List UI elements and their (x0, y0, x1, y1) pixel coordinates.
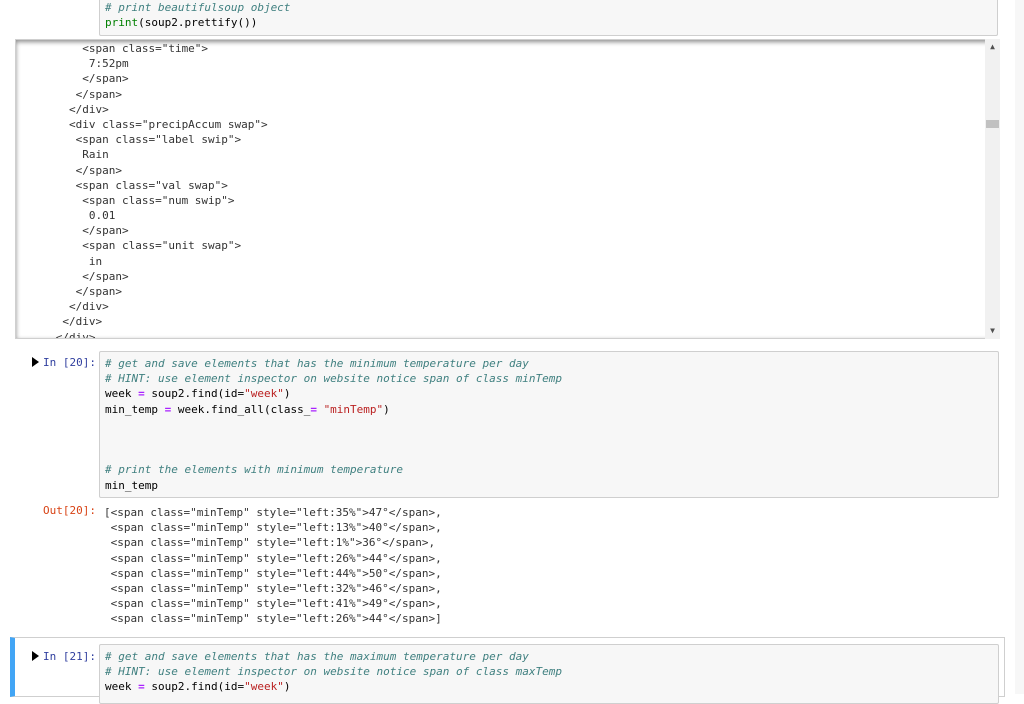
code-string: "week" (244, 680, 284, 694)
top-cell-input[interactable]: # print beautifulsoup object print(soup2… (99, 0, 998, 36)
output-line: </div> (16, 102, 109, 116)
run-icon[interactable] (32, 357, 40, 367)
prompt-label: In [21]: (43, 650, 96, 663)
output-line: </span> (16, 87, 122, 101)
code-comment: # get and save elements that has the max… (105, 650, 529, 663)
code-string: "week" (244, 387, 284, 401)
output-line: <span class="minTemp" style="left:1%">36… (104, 536, 436, 550)
prompt-label: In [20]: (43, 356, 96, 369)
out-prompt-20: Out[20]: (43, 504, 96, 517)
page-scrollbar[interactable] (1015, 0, 1024, 694)
run-icon[interactable] (32, 651, 40, 661)
in-prompt-20: In [20]: (14, 356, 96, 369)
code-var: min_temp (105, 402, 158, 416)
code-builtin: print (105, 16, 139, 30)
code-op: = (310, 402, 317, 416)
output-line: </div> (16, 315, 103, 329)
output-line: <span class="minTemp" style="left:26%">4… (104, 612, 442, 626)
output-line: </div> (16, 330, 96, 339)
code-text: soup2.find(id= (151, 680, 245, 694)
code-text: soup2.find(id= (151, 387, 245, 401)
cell-20-input[interactable]: # get and save elements that has the min… (99, 351, 999, 498)
code-var: week (105, 680, 132, 694)
output-line: Rain (16, 148, 109, 162)
code-string: "minTemp" (323, 402, 384, 416)
code-text: ) (283, 387, 291, 401)
output-line: <span class="minTemp" style="left:26%">4… (104, 551, 442, 565)
output-line: 0.01 (16, 209, 116, 223)
output-line: <span class="minTemp" style="left:32%">4… (104, 581, 442, 595)
output-text: <span class="time"> 7:52pm </span> </spa… (16, 41, 268, 339)
code-var: min_temp (105, 478, 158, 492)
output-line: <span class="minTemp" style="left:13%">4… (104, 521, 442, 535)
scroll-down-arrow-icon[interactable]: ▼ (985, 325, 1000, 337)
output-line: </span> (16, 224, 129, 238)
code-comment: # HINT: use element inspector on website… (105, 665, 562, 679)
code-comment: # HINT: use element inspector on website… (105, 372, 562, 386)
code-text: (soup2.prettify()) (138, 16, 258, 30)
output-line: <span class="minTemp" style="left:44%">5… (104, 566, 442, 580)
output-line: 7:52pm (16, 57, 129, 71)
output-line: <span class="minTemp" style="left:41%">4… (104, 597, 442, 611)
output-line: <div class="precipAccum swap"> (16, 117, 268, 131)
code-comment: # print beautifulsoup object (105, 1, 291, 14)
output-line: </span> (16, 285, 122, 298)
code-text: week.find_all(class_ (177, 402, 311, 416)
output-line: <span class="time"> (16, 42, 209, 55)
output-line: </span> (16, 72, 129, 86)
output-line: </span> (16, 269, 129, 283)
output-line: <span class="num swip"> (16, 193, 235, 207)
code-text: ) (283, 680, 291, 694)
cell-20-output: [<span class="minTemp" style="left:35%">… (104, 505, 442, 627)
code-var: week (105, 387, 132, 401)
output-line: <span class="unit swap"> (16, 239, 242, 253)
code-comment: # get and save elements that has the min… (105, 357, 529, 370)
output-line: [<span class="minTemp" style="left:35%">… (104, 506, 442, 519)
code-op: = (138, 387, 145, 401)
in-prompt-21: In [21]: (14, 650, 96, 663)
cell-21-input[interactable]: # get and save elements that has the max… (99, 644, 999, 704)
code-comment: # print the elements with minimum temper… (105, 463, 404, 477)
code-text: ) (383, 402, 390, 416)
output-scrollbar[interactable]: ▲ ▼ (985, 39, 1000, 339)
output-line: <span class="val swap"> (16, 178, 228, 192)
code-op: = (138, 680, 145, 694)
output-line: </div> (16, 300, 109, 314)
output-line: <span class="label swip"> (16, 133, 242, 147)
scroll-up-arrow-icon[interactable]: ▲ (985, 41, 1000, 53)
output-line: in (16, 254, 103, 268)
scrolled-output-area[interactable]: <span class="time"> 7:52pm </span> </spa… (15, 39, 999, 339)
scroll-thumb[interactable] (986, 120, 999, 128)
code-op: = (164, 402, 172, 416)
output-line: </span> (16, 163, 122, 177)
